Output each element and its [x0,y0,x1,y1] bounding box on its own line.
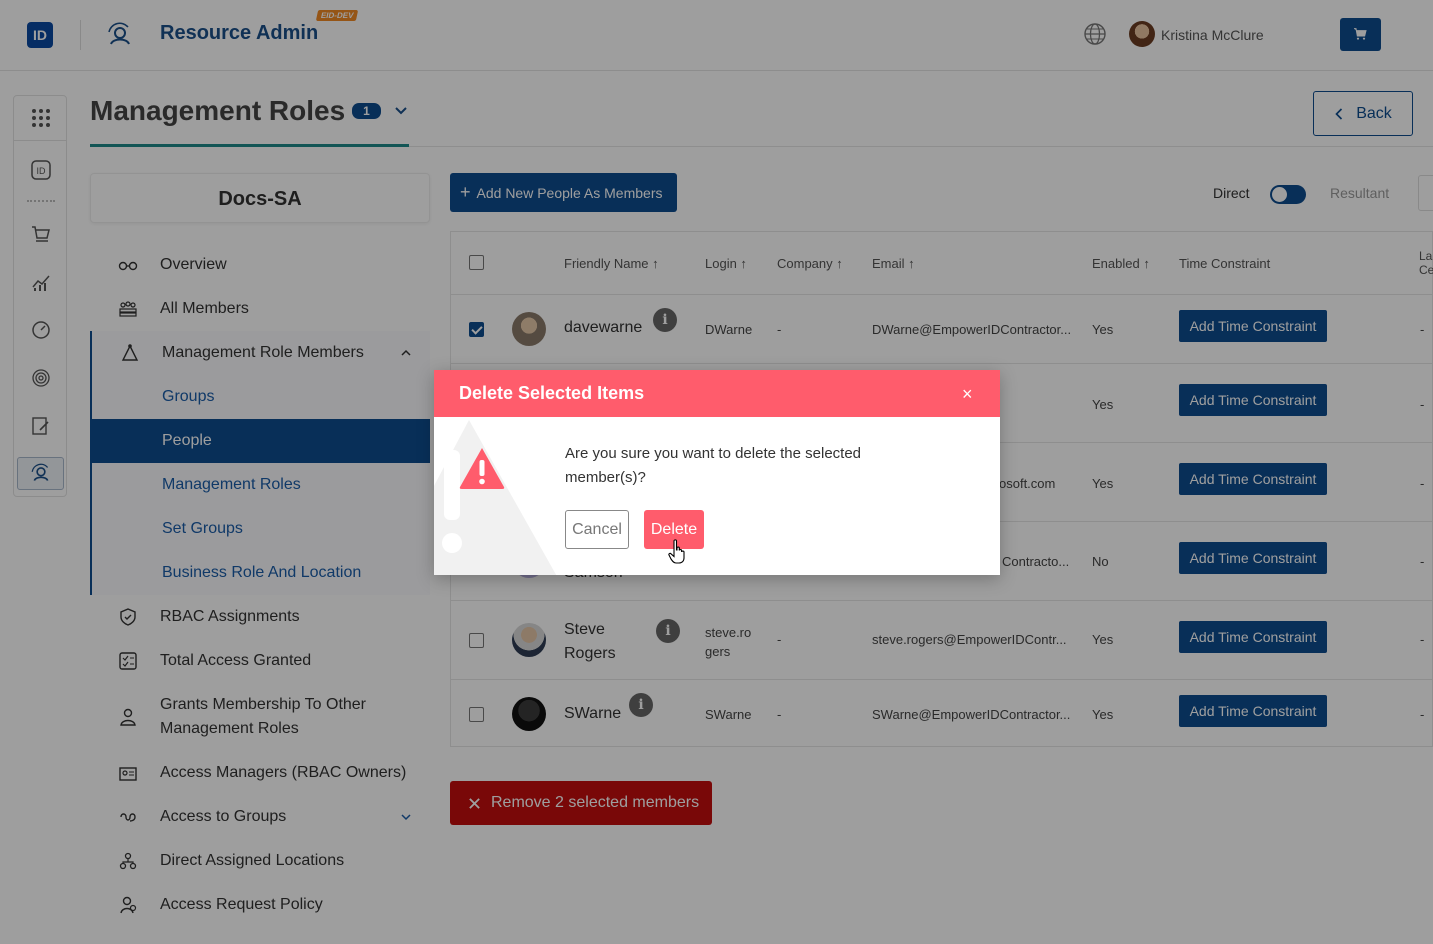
dialog-message: Are you sure you want to delete the sele… [565,445,862,486]
delete-confirm-dialog: Delete Selected Items × Are you sure you… [434,370,1000,575]
dialog-header: Delete Selected Items × [434,370,1000,417]
warning-watermark-icon [434,420,557,575]
close-icon[interactable]: × [962,384,973,405]
cancel-button[interactable]: Cancel [565,510,629,549]
dialog-title: Delete Selected Items [459,383,645,403]
hand-cursor-icon [668,539,685,564]
warning-icon [459,448,505,489]
